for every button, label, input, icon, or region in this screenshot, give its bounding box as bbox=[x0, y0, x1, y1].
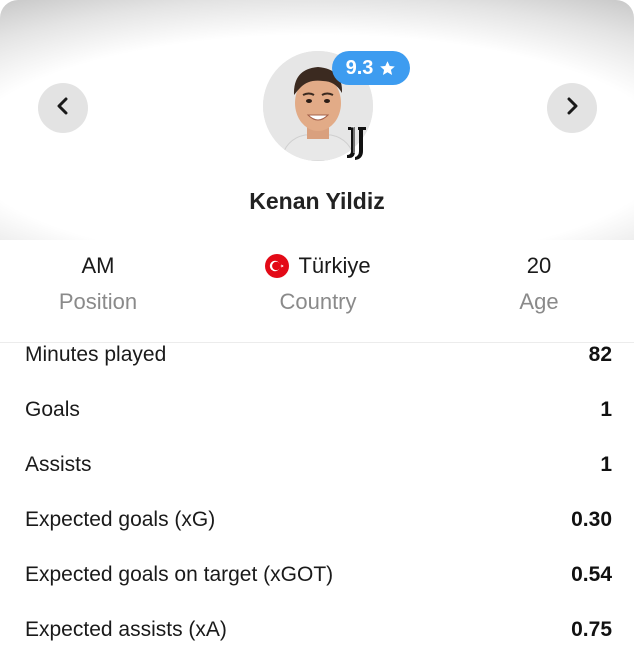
stat-row-goals: Goals 1 bbox=[0, 385, 634, 440]
stat-row-expected-goals: Expected goals (xG) 0.30 bbox=[0, 495, 634, 550]
player-card: 9.3 Kenan Yildiz AM Position Türkiye Cou… bbox=[0, 0, 634, 661]
next-player-button[interactable] bbox=[547, 83, 597, 133]
stat-value: 1 bbox=[600, 398, 612, 421]
stat-row-assists: Assists 1 bbox=[0, 440, 634, 495]
star-icon bbox=[379, 60, 396, 77]
position-label: Position bbox=[58, 289, 138, 314]
stat-row-expected-goals-on-target: Expected goals on target (xGOT) 0.54 bbox=[0, 550, 634, 605]
stat-row-minutes-played: Minutes played 82 bbox=[0, 330, 634, 385]
position-value: AM bbox=[81, 253, 115, 278]
stat-value: 0.75 bbox=[571, 618, 612, 641]
stat-value: 0.30 bbox=[571, 508, 612, 531]
chevron-left-icon bbox=[56, 97, 70, 120]
rating-badge: 9.3 bbox=[332, 51, 410, 85]
info-age: 20 Age bbox=[429, 250, 634, 316]
stat-row-expected-assists: Expected assists (xA) 0.75 bbox=[0, 605, 634, 660]
stat-label: Expected goals (xG) bbox=[25, 508, 216, 531]
stat-value: 1 bbox=[600, 453, 612, 476]
info-position: AM Position bbox=[0, 250, 208, 316]
player-name: Kenan Yildiz bbox=[249, 188, 385, 214]
previous-player-button[interactable] bbox=[38, 83, 88, 133]
rating-value: 9.3 bbox=[345, 56, 374, 79]
juventus-crest-icon bbox=[344, 125, 370, 161]
chevron-right-icon bbox=[565, 97, 579, 120]
stat-label: Expected assists (xA) bbox=[25, 618, 227, 641]
age-label: Age bbox=[519, 289, 559, 314]
country-value: Türkiye bbox=[298, 253, 371, 278]
country-label: Country bbox=[279, 289, 357, 314]
stat-label: Minutes played bbox=[25, 343, 167, 366]
stat-value: 82 bbox=[588, 343, 612, 366]
turkey-flag-icon bbox=[265, 254, 290, 278]
age-value: 20 bbox=[526, 253, 552, 278]
country-value-row: Türkiye bbox=[208, 250, 428, 282]
stat-label: Expected goals on target (xGOT) bbox=[25, 563, 334, 586]
stat-label: Goals bbox=[25, 398, 80, 421]
info-country: Türkiye Country bbox=[208, 250, 428, 316]
stats-list: Minutes played 82 Goals 1 Assists 1 Expe… bbox=[0, 330, 634, 660]
stat-label: Assists bbox=[25, 453, 92, 476]
player-info-row: AM Position Türkiye Country 20 Age bbox=[0, 250, 634, 330]
stat-value: 0.54 bbox=[571, 563, 612, 586]
